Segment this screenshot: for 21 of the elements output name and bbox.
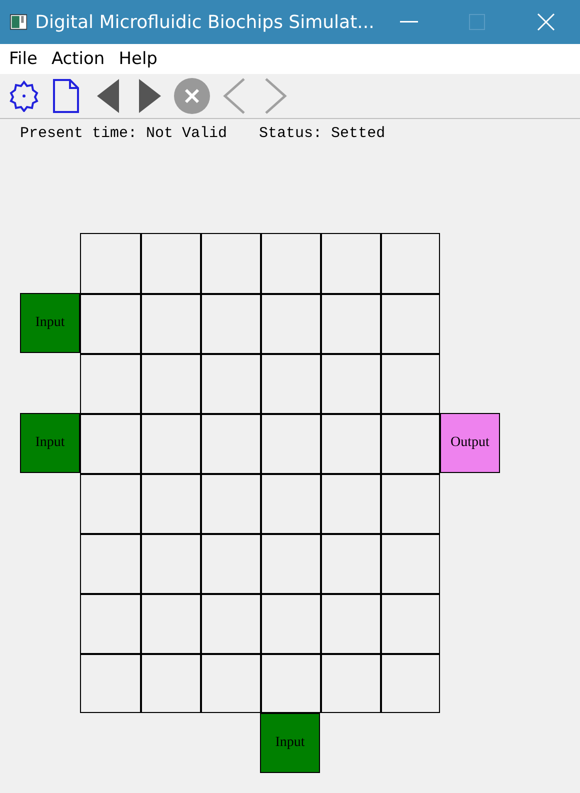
input-port: Input: [260, 713, 320, 773]
triangle-right-icon: [139, 79, 161, 113]
present-time-label: Present time: Not Valid: [20, 125, 228, 142]
input-port: Input: [20, 413, 80, 473]
chevron-right-icon: [265, 78, 287, 114]
menu-item[interactable]: Help: [112, 49, 164, 69]
input-port: Input: [20, 293, 80, 353]
app-icon: [10, 13, 28, 31]
chevron-left-icon: [223, 78, 245, 114]
menu-item[interactable]: File: [2, 49, 44, 69]
settings-icon: [8, 80, 40, 112]
close-icon: [174, 78, 210, 114]
status-label: Status: Setted: [259, 125, 386, 142]
triangle-left-icon: [97, 79, 119, 113]
menu-item[interactable]: Action: [44, 49, 112, 69]
minimize-icon: [400, 21, 418, 23]
close-icon: [536, 13, 555, 31]
document-icon: [53, 79, 79, 113]
maximize-icon: [469, 14, 486, 30]
output-port: Output: [440, 413, 500, 473]
window-title: Digital Microfluidic Biochips Simulat...: [35, 12, 374, 32]
